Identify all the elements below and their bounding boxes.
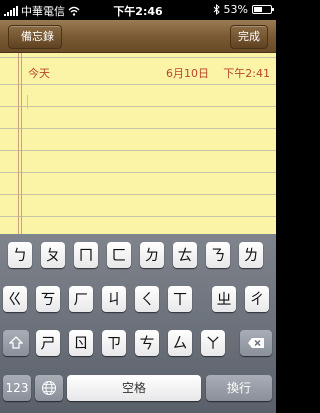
key-row1[interactable]: ㄊ — [173, 242, 197, 268]
note-date: 6月10日 — [166, 67, 209, 80]
key-row3[interactable]: ㄚ — [201, 330, 225, 356]
shift-icon — [9, 336, 23, 349]
key-row1[interactable]: ㄆ — [41, 242, 65, 268]
delete-icon — [248, 338, 264, 348]
key-row3[interactable]: ㄖ — [69, 330, 93, 356]
note-time: 下午2:41 — [223, 67, 270, 80]
done-button[interactable]: 完成 — [230, 25, 268, 49]
note-day-label: 今天 — [28, 67, 50, 80]
key-row3[interactable]: ㄕ — [36, 330, 60, 356]
key-row1[interactable]: ㄉ — [140, 242, 164, 268]
battery-icon — [252, 5, 274, 14]
shift-key[interactable] — [3, 330, 29, 356]
key-row1[interactable]: ㄅ — [8, 242, 32, 268]
back-button[interactable]: 備忘錄 — [8, 25, 62, 49]
return-key[interactable]: 換行 — [206, 375, 272, 401]
navigation-bar: 備忘錄 完成 — [0, 20, 276, 53]
text-cursor — [27, 95, 28, 109]
key-row2[interactable]: ㄐ — [102, 286, 126, 312]
key-row1[interactable]: ㄋ — [206, 242, 230, 268]
space-key[interactable]: 空格 — [67, 375, 201, 401]
key-row2[interactable]: ㄓ — [212, 286, 236, 312]
margin-line — [21, 53, 22, 234]
margin-line — [18, 53, 19, 234]
key-row2[interactable]: ㄍ — [3, 286, 27, 312]
zhuyin-keyboard: ㄅ ㄆ ㄇ ㄈ ㄉ ㄊ ㄋ ㄌ ㄍ ㄎ ㄏ ㄐ ㄑ ㄒ ㄓ ㄔ ㄕ ㄖ ㄗ ㄘ … — [0, 234, 276, 413]
key-row2[interactable]: ㄎ — [36, 286, 60, 312]
key-row2[interactable]: ㄑ — [135, 286, 159, 312]
key-row1[interactable]: ㄇ — [74, 242, 98, 268]
numbers-key[interactable]: 123 — [3, 375, 31, 401]
battery-percent: 53% — [223, 3, 248, 16]
key-row2[interactable]: ㄔ — [245, 286, 269, 312]
key-row3[interactable]: ㄙ — [168, 330, 192, 356]
globe-key[interactable] — [35, 375, 63, 401]
globe-icon — [42, 381, 56, 395]
key-row1[interactable]: ㄈ — [107, 242, 131, 268]
delete-key[interactable] — [240, 330, 272, 356]
note-paper[interactable]: 今天 6月10日 下午2:41 — [0, 53, 276, 234]
key-row3[interactable]: ㄗ — [102, 330, 126, 356]
bluetooth-icon — [213, 4, 220, 15]
status-bar: 中華電信 下午2:46 53% — [0, 0, 276, 20]
key-row3[interactable]: ㄘ — [135, 330, 159, 356]
key-row2[interactable]: ㄒ — [168, 286, 192, 312]
key-row1[interactable]: ㄌ — [239, 242, 263, 268]
key-row2[interactable]: ㄏ — [69, 286, 93, 312]
